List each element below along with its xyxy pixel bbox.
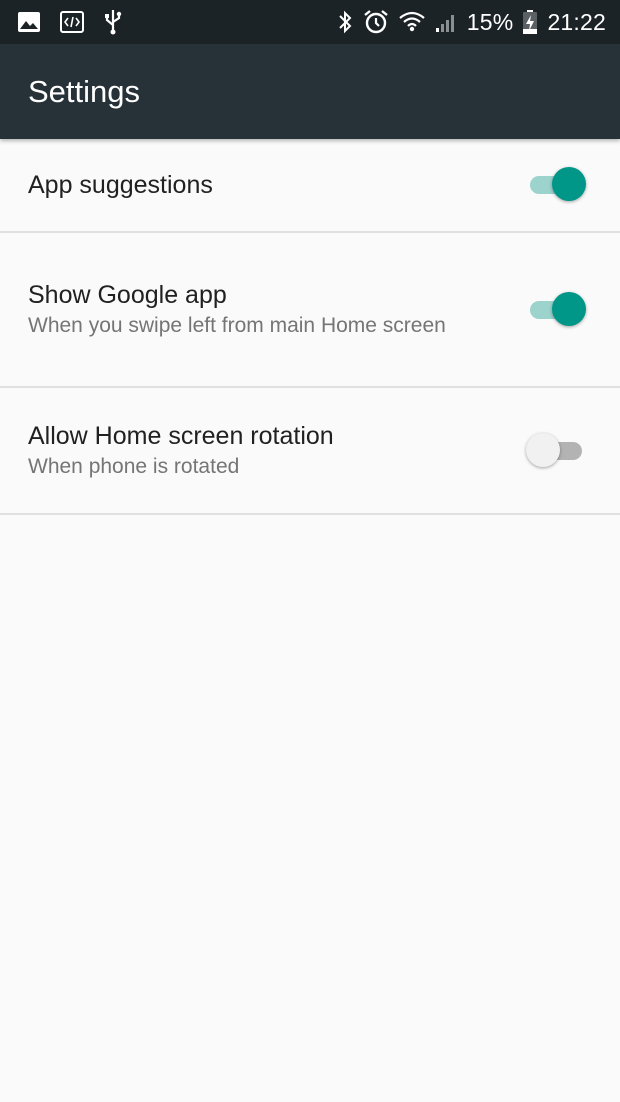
setting-text: App suggestions	[28, 169, 592, 201]
bluetooth-icon	[337, 10, 353, 34]
status-bar: 15% 21:22	[0, 0, 620, 44]
wifi-icon	[399, 10, 425, 34]
setting-text: Allow Home screen rotation When phone is…	[28, 420, 592, 481]
battery-percent: 15%	[466, 8, 514, 35]
battery-charging-icon	[523, 10, 538, 34]
toggle-thumb	[526, 432, 560, 467]
setting-text: Show Google app When you swipe left from…	[28, 279, 592, 340]
app-suggestions-toggle[interactable]	[526, 165, 590, 205]
code-icon	[60, 11, 84, 33]
status-bar-notifications	[18, 9, 142, 35]
toggle-thumb	[552, 291, 586, 326]
page-title: Settings	[28, 73, 141, 109]
alarm-icon	[363, 9, 389, 35]
usb-icon	[104, 9, 122, 35]
setting-summary: When you swipe left from main Home scree…	[28, 314, 446, 337]
app-bar: Settings	[0, 44, 620, 139]
allow-home-screen-rotation-toggle[interactable]	[526, 431, 590, 471]
setting-title: Allow Home screen rotation	[28, 422, 334, 450]
setting-app-suggestions[interactable]: App suggestions	[0, 139, 620, 233]
setting-summary: When phone is rotated	[28, 455, 240, 478]
settings-list: App suggestions Show Google app When you…	[0, 139, 620, 515]
setting-title: Show Google app	[28, 281, 227, 309]
status-bar-system: 15% 21:22	[327, 9, 606, 36]
clock: 21:22	[547, 8, 606, 35]
show-google-app-toggle[interactable]	[526, 290, 590, 330]
signal-icon	[435, 11, 457, 33]
setting-title: App suggestions	[28, 171, 213, 199]
setting-allow-home-screen-rotation[interactable]: Allow Home screen rotation When phone is…	[0, 388, 620, 515]
toggle-thumb	[552, 167, 586, 201]
image-icon	[18, 12, 40, 32]
setting-show-google-app[interactable]: Show Google app When you swipe left from…	[0, 233, 620, 388]
